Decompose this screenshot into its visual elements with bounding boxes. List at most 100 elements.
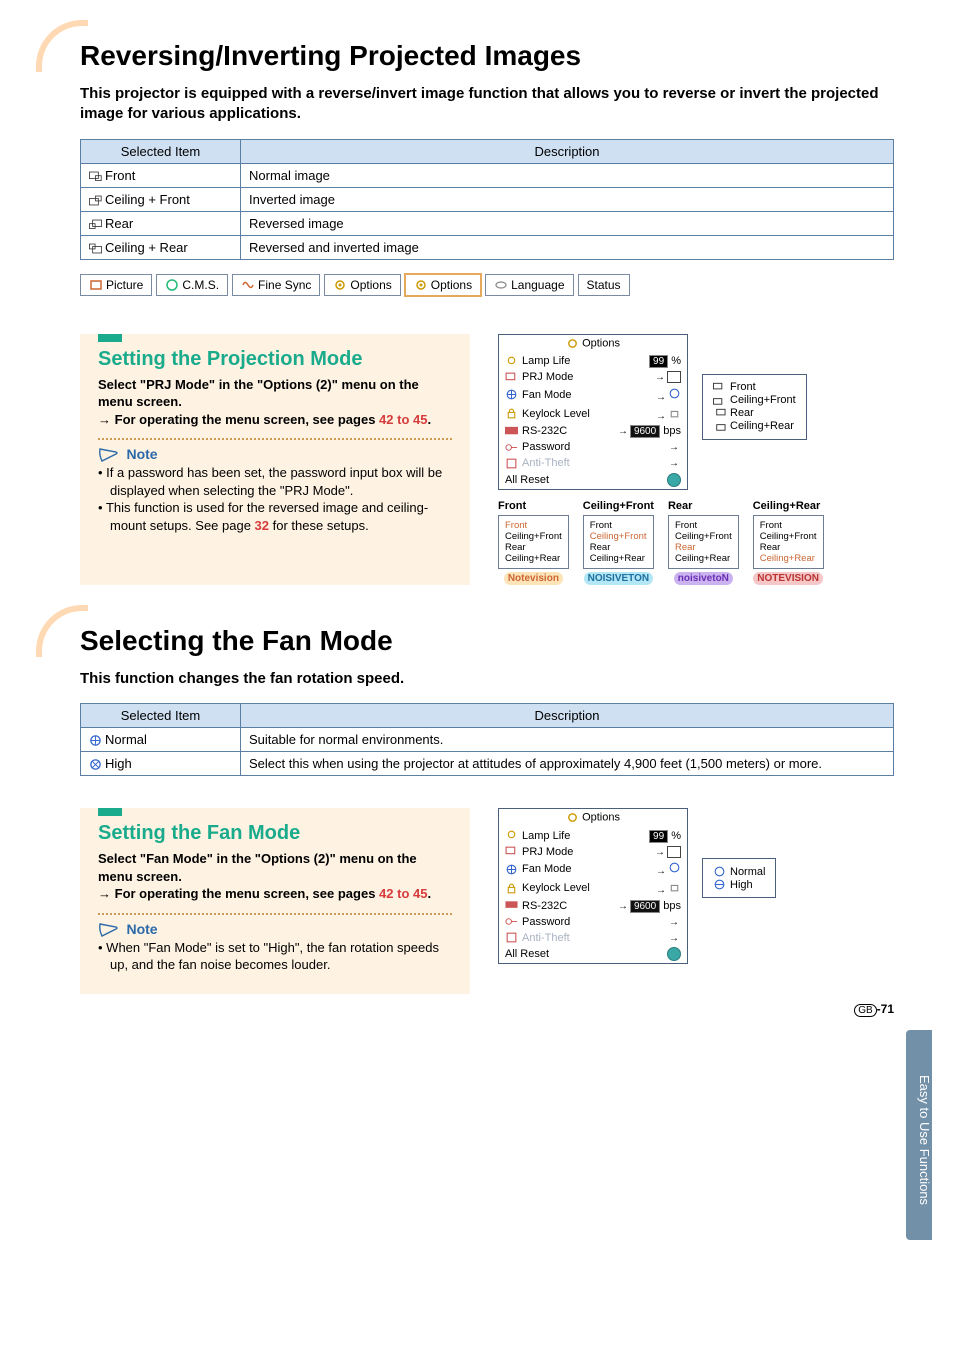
osd-row-lamplife[interactable]: Lamp Life99 % bbox=[499, 828, 687, 844]
osd-row-prjmode[interactable]: PRJ Mode bbox=[499, 844, 687, 860]
thumb-title: Ceiling+Rear bbox=[753, 500, 824, 512]
tab-fine-sync[interactable]: Fine Sync bbox=[232, 274, 320, 296]
page-number: GB-71 bbox=[854, 1002, 894, 1016]
page-ref-link[interactable]: 42 to 45 bbox=[379, 412, 427, 427]
lock-value-icon bbox=[668, 880, 681, 893]
popup-option[interactable]: Ceiling+Front bbox=[713, 394, 796, 407]
page-ref-link[interactable]: 32 bbox=[255, 518, 269, 533]
table-row: Ceiling + Front Inverted image bbox=[81, 187, 894, 211]
sync-icon bbox=[241, 278, 255, 292]
table-col-item: Selected Item bbox=[81, 139, 241, 163]
front-icon bbox=[713, 381, 726, 394]
osd-row-lamplife[interactable]: Lamp Life99 % bbox=[499, 354, 687, 370]
menu-operation-ref: For operating the menu screen, see pages… bbox=[98, 411, 452, 429]
osd-title: Options bbox=[499, 809, 687, 828]
table-row: Ceiling + Rear Reversed and inverted ima… bbox=[81, 235, 894, 259]
password-icon bbox=[505, 915, 518, 928]
section-1-intro: This projector is equipped with a revers… bbox=[80, 84, 894, 125]
cell-item: Ceiling + Front bbox=[105, 192, 190, 207]
osd-row-keylock[interactable]: Keylock Level bbox=[499, 879, 687, 898]
popup-option[interactable]: High bbox=[713, 878, 765, 891]
setting-fan-mode-heading: Setting the Fan Mode bbox=[98, 822, 452, 844]
thumb-box: Front Ceiling+Front Rear Ceiling+Rear bbox=[583, 515, 654, 569]
tab-picture[interactable]: Picture bbox=[80, 274, 152, 296]
setting-fan-mode-panel: Setting the Fan Mode Select "Fan Mode" i… bbox=[80, 808, 470, 994]
options-icon bbox=[566, 811, 579, 824]
osd-row-allreset[interactable]: All Reset bbox=[499, 472, 687, 489]
options-icon bbox=[333, 278, 347, 292]
osd-row-password[interactable]: Password bbox=[499, 440, 687, 456]
divider bbox=[98, 438, 452, 440]
lock-value-icon bbox=[668, 406, 681, 419]
serial-icon bbox=[505, 425, 518, 438]
osd-row-keylock[interactable]: Keylock Level bbox=[499, 405, 687, 424]
osd-options-menu-2: Options Lamp Life99 % PRJ Mode Fan Mode … bbox=[498, 808, 688, 964]
osd-row-allreset[interactable]: All Reset bbox=[499, 946, 687, 963]
osd-row-fanmode[interactable]: Fan Mode bbox=[499, 860, 687, 879]
thumb-title: Ceiling+Front bbox=[583, 500, 654, 512]
logo-normal: Notevision bbox=[504, 572, 563, 585]
cell-desc: Normal image bbox=[241, 163, 894, 187]
tab-options-1[interactable]: Options bbox=[324, 274, 400, 296]
cms-icon bbox=[165, 278, 179, 292]
table-row: Normal Suitable for normal environments. bbox=[81, 728, 894, 752]
ceiling-rear-icon bbox=[713, 420, 726, 433]
antitheft-icon bbox=[505, 931, 518, 944]
fan-icon bbox=[505, 388, 518, 401]
lock-icon bbox=[505, 882, 518, 895]
side-tab: Easy to Use Functions bbox=[906, 1030, 932, 1240]
front-icon bbox=[89, 170, 102, 183]
page-ref-link[interactable]: 42 to 45 bbox=[379, 886, 427, 901]
fan-value-icon bbox=[668, 861, 681, 874]
tab-status[interactable]: Status bbox=[578, 274, 630, 296]
tab-strip: Picture C.M.S. Fine Sync Options Options… bbox=[80, 274, 894, 296]
password-icon bbox=[505, 441, 518, 454]
osd-row-antitheft[interactable]: Anti-Theft bbox=[499, 930, 687, 946]
osd-title: Options bbox=[499, 335, 687, 354]
note-item: If a password has been set, the password… bbox=[110, 464, 452, 499]
popup-option[interactable]: Rear bbox=[713, 407, 796, 420]
tab-language[interactable]: Language bbox=[485, 274, 573, 296]
section-2-intro: This function changes the fan rotation s… bbox=[80, 669, 894, 689]
table-col-item: Selected Item bbox=[81, 704, 241, 728]
ceiling-front-icon bbox=[713, 394, 726, 407]
table-col-desc: Description bbox=[241, 704, 894, 728]
setting-prj-mode-panel: Setting the Projection Mode Select "PRJ … bbox=[80, 334, 470, 585]
osd-options-menu: Options Lamp Life99 % PRJ Mode Fan Mode … bbox=[498, 334, 688, 490]
note-item: When "Fan Mode" is set to "High", the fa… bbox=[110, 939, 452, 974]
lamp-icon bbox=[505, 829, 518, 842]
reset-button-icon bbox=[667, 947, 681, 961]
osd-row-rs232c[interactable]: RS-232C9600 bps bbox=[499, 898, 687, 914]
fan-icon bbox=[505, 863, 518, 876]
thumb-title: Front bbox=[498, 500, 569, 512]
tab-options-2[interactable]: Options bbox=[405, 274, 481, 296]
osd-row-rs232c[interactable]: RS-232C9600 bps bbox=[499, 424, 687, 440]
prj-mode-thumbnails: Front Front Ceiling+Front Rear Ceiling+R… bbox=[498, 500, 894, 585]
cell-item: High bbox=[105, 756, 132, 771]
cell-desc: Reversed and inverted image bbox=[241, 235, 894, 259]
prj-mode-table: Selected Item Description Front Normal i… bbox=[80, 139, 894, 260]
osd-row-prjmode[interactable]: PRJ Mode bbox=[499, 370, 687, 386]
serial-icon bbox=[505, 899, 518, 912]
note-icon bbox=[98, 922, 120, 938]
prj-icon bbox=[505, 371, 518, 384]
osd-row-password[interactable]: Password bbox=[499, 914, 687, 930]
popup-option[interactable]: Normal bbox=[713, 865, 765, 878]
rear-icon bbox=[713, 407, 726, 420]
osd-row-antitheft[interactable]: Anti-Theft bbox=[499, 456, 687, 472]
section-1-title: Reversing/Inverting Projected Images bbox=[80, 40, 894, 72]
prj-value-icon bbox=[667, 846, 681, 858]
osd-row-fanmode[interactable]: Fan Mode bbox=[499, 386, 687, 405]
logo-reversed: noisivetoN bbox=[674, 572, 733, 585]
fan-mode-instruction: Select "Fan Mode" in the "Options (2)" m… bbox=[98, 850, 452, 885]
thumb-title: Rear bbox=[668, 500, 739, 512]
fan-mode-popup: Normal High bbox=[702, 858, 776, 898]
section-2-title: Selecting the Fan Mode bbox=[80, 625, 894, 657]
popup-option[interactable]: Front bbox=[713, 381, 796, 394]
divider bbox=[98, 913, 452, 915]
cell-item: Ceiling + Rear bbox=[105, 240, 188, 255]
cell-item: Normal bbox=[105, 732, 147, 747]
cell-item: Rear bbox=[105, 216, 133, 231]
popup-option[interactable]: Ceiling+Rear bbox=[713, 420, 796, 433]
tab-cms[interactable]: C.M.S. bbox=[156, 274, 228, 296]
